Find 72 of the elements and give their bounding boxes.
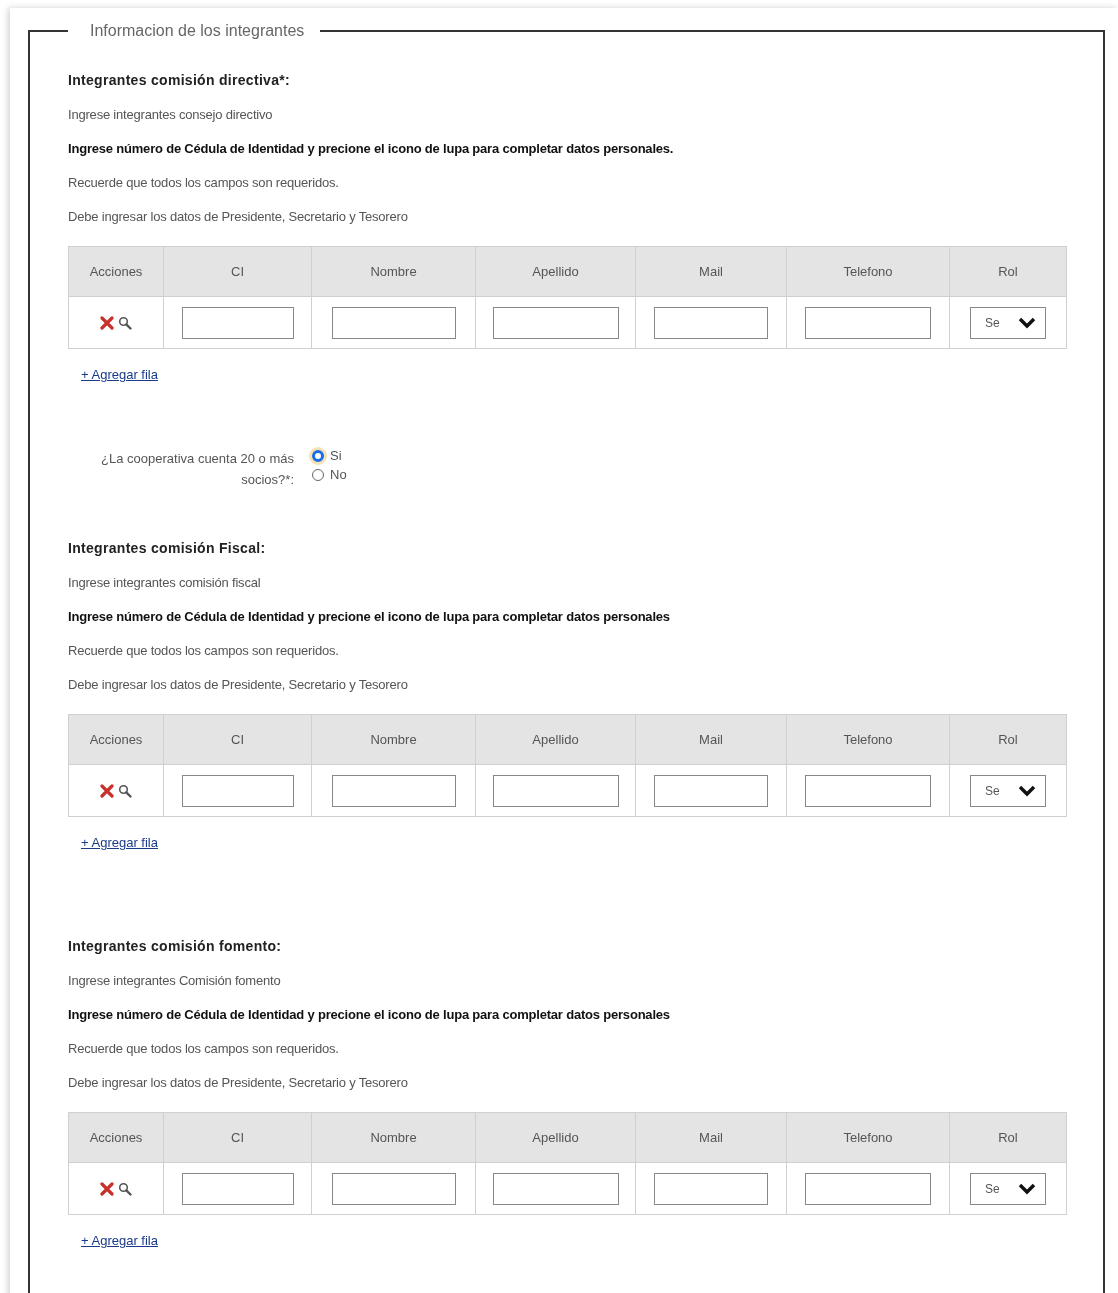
search-icon[interactable] (118, 783, 132, 798)
radio-label: No (330, 467, 347, 482)
text-field[interactable] (805, 1172, 931, 1205)
instruction-text: Ingrese número de Cédula de Identidad y precione el icono de lupa para completar datos personales. (68, 141, 675, 156)
column-header: Acciones (68, 1112, 164, 1163)
text-field[interactable] (654, 306, 768, 339)
hint-text: Debe ingresar los datos de Presidente, Secretario y Tesorero (68, 677, 409, 692)
text-field[interactable] (492, 306, 619, 339)
column-header: Rol (949, 714, 1067, 765)
delete-icon[interactable] (100, 315, 114, 330)
text-field[interactable] (654, 774, 768, 807)
delete-icon[interactable] (100, 1181, 114, 1196)
text-field[interactable] (331, 1172, 456, 1205)
instruction-text: Ingrese número de Cédula de Identidad y precione el icono de lupa para completar datos personales (68, 609, 671, 624)
hint-text: Recuerde que todos los campos son requeridos. (68, 1041, 340, 1056)
section-heading: Integrantes comisión Fiscal: (68, 540, 267, 556)
text-field[interactable] (181, 306, 294, 339)
text-field[interactable] (492, 1172, 619, 1205)
column-header: Apellido (475, 246, 636, 297)
chevron-down-icon (1017, 783, 1037, 798)
hint-text: Recuerde que todos los campos son requeridos. (68, 175, 340, 190)
column-header: Acciones (68, 246, 164, 297)
text-field[interactable] (181, 774, 294, 807)
column-header: Mail (635, 246, 787, 297)
text-field[interactable] (331, 306, 456, 339)
hint-text: Ingrese integrantes comisión fiscal (68, 575, 262, 590)
column-header: Mail (635, 714, 787, 765)
column-header: CI (163, 246, 312, 297)
add-row-link[interactable]: + Agregar fila (81, 835, 158, 850)
radio-label: Si (330, 448, 342, 463)
hint-text: Debe ingresar los datos de Presidente, Secretario y Tesorero (68, 1075, 409, 1090)
text-field[interactable] (805, 774, 931, 807)
column-header: Nombre (311, 714, 476, 765)
text-field[interactable] (654, 1172, 768, 1205)
text-field[interactable] (492, 774, 619, 807)
column-header: Apellido (475, 714, 636, 765)
text-field[interactable] (805, 306, 931, 339)
radio-button[interactable] (312, 468, 324, 481)
column-header: Nombre (311, 1112, 476, 1163)
hint-text: Ingrese integrantes Comisión fomento (68, 973, 282, 988)
column-header: Telefono (786, 714, 950, 765)
hint-text: Recuerde que todos los campos son requeridos. (68, 643, 340, 658)
instruction-text: Ingrese número de Cédula de Identidad y precione el icono de lupa para completar datos personales (68, 1007, 671, 1022)
text-field[interactable] (181, 1172, 294, 1205)
column-header: Nombre (311, 246, 476, 297)
role-dropdown[interactable]: Se (970, 306, 1046, 339)
column-header: Apellido (475, 1112, 636, 1163)
column-header: Telefono (786, 246, 950, 297)
fieldset-legend: Informacion de los integrantes (68, 22, 321, 40)
search-icon[interactable] (118, 315, 132, 330)
hint-text: Debe ingresar los datos de Presidente, Secretario y Tesorero (68, 209, 409, 224)
add-row-link[interactable]: + Agregar fila (81, 1233, 158, 1248)
column-header: Rol (949, 1112, 1067, 1163)
section-heading: Integrantes comisión fomento: (68, 938, 283, 954)
section-heading: Integrantes comisión directiva*: (68, 72, 291, 88)
text-field[interactable] (331, 774, 456, 807)
column-header: Rol (949, 246, 1067, 297)
role-dropdown[interactable]: Se (970, 774, 1046, 807)
radio-button[interactable] (312, 449, 324, 462)
column-header: Telefono (786, 1112, 950, 1163)
column-header: CI (163, 714, 312, 765)
column-header: Acciones (68, 714, 164, 765)
search-icon[interactable] (118, 1181, 132, 1196)
column-header: CI (163, 1112, 312, 1163)
chevron-down-icon (1017, 1181, 1037, 1196)
chevron-down-icon (1017, 315, 1037, 330)
delete-icon[interactable] (100, 783, 114, 798)
role-dropdown[interactable]: Se (970, 1172, 1046, 1205)
question-label: ¿La cooperativa cuenta 20 o más socios?*: (100, 450, 295, 489)
hint-text: Ingrese integrantes consejo directivo (68, 107, 274, 122)
add-row-link[interactable]: + Agregar fila (81, 367, 158, 382)
column-header: Mail (635, 1112, 787, 1163)
